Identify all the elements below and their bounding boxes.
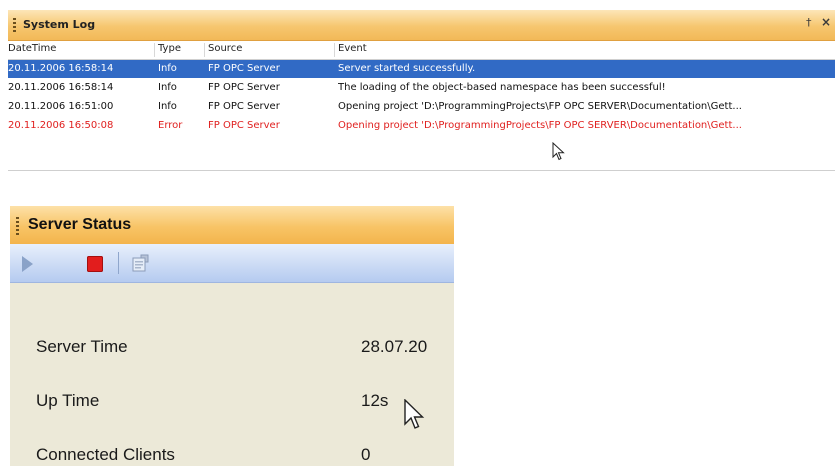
log-cell-datetime: 20.11.2006 16:58:14 [8,82,114,93]
play-icon [22,256,33,272]
properties-button[interactable] [128,244,154,282]
column-header-source[interactable]: Source [204,43,242,57]
status-row-connected-clients: Connected Clients 0 [10,441,454,466]
stop-server-button[interactable] [82,244,108,282]
stop-icon [87,256,103,272]
log-row[interactable]: 20.11.2006 16:50:08 Error FP OPC Server … [8,117,835,135]
server-status-toolbar [10,244,454,283]
system-log-titlebar[interactable]: System Log † × [8,10,835,41]
status-value: 12s [361,391,389,410]
column-header-event[interactable]: Event [334,43,367,57]
status-label: Server Time [36,337,128,356]
log-row[interactable]: 20.11.2006 16:58:14 Info FP OPC Server S… [8,60,835,78]
status-label: Up Time [36,391,100,410]
server-status-title: Server Status [28,216,132,233]
server-status-titlebar[interactable]: Server Status [10,206,454,244]
mouse-pointer-icon [552,142,565,161]
log-cell-event: Opening project 'D:\ProgrammingProjects\… [338,101,742,112]
log-cell-datetime: 20.11.2006 16:58:14 [8,63,114,74]
status-label: Connected Clients [36,445,175,464]
log-bottom-border [8,170,835,171]
log-cell-event: Opening project 'D:\ProgrammingProjects\… [338,120,742,131]
log-cell-source: FP OPC Server [208,63,280,74]
system-log-panel: System Log † × DateTime Type Source Even… [8,10,835,172]
log-row[interactable]: 20.11.2006 16:58:14 Info FP OPC Server T… [8,79,835,97]
log-cell-source: FP OPC Server [208,82,280,93]
log-cell-type: Info [158,101,177,112]
column-header-type[interactable]: Type [154,43,181,57]
drag-grip-icon[interactable] [16,217,19,235]
log-column-headers: DateTime Type Source Event [8,41,835,60]
log-cell-datetime: 20.11.2006 16:50:08 [8,120,114,131]
log-cell-event: The loading of the object-based namespac… [338,82,666,93]
server-status-content: Server Time 28.07.20 Up Time 12s Connect… [10,283,454,466]
log-row[interactable]: 20.11.2006 16:51:00 Info FP OPC Server O… [8,98,835,116]
status-row-up-time: Up Time 12s [10,387,454,417]
log-cell-type: Info [158,63,177,74]
properties-icon [132,254,149,272]
log-cell-datetime: 20.11.2006 16:51:00 [8,101,114,112]
toolbar-separator [118,252,119,274]
server-status-panel: Server Status Server Time 28.07.20 Up Ti… [10,206,454,466]
start-server-button[interactable] [12,244,38,282]
log-cell-event: Server started successfully. [338,63,476,74]
log-cell-source: FP OPC Server [208,101,280,112]
log-cell-type: Error [158,120,183,131]
column-header-datetime[interactable]: DateTime [8,43,56,57]
close-icon[interactable]: × [821,15,831,29]
drag-grip-icon[interactable] [13,18,16,32]
status-row-server-time: Server Time 28.07.20 [10,333,454,363]
system-log-title: System Log [23,18,96,31]
log-cell-type: Info [158,82,177,93]
mouse-pointer-icon [404,399,425,429]
status-value: 0 [361,445,371,464]
status-value: 28.07.20 [361,337,428,356]
pin-icon[interactable]: † [806,16,812,29]
log-cell-source: FP OPC Server [208,120,280,131]
